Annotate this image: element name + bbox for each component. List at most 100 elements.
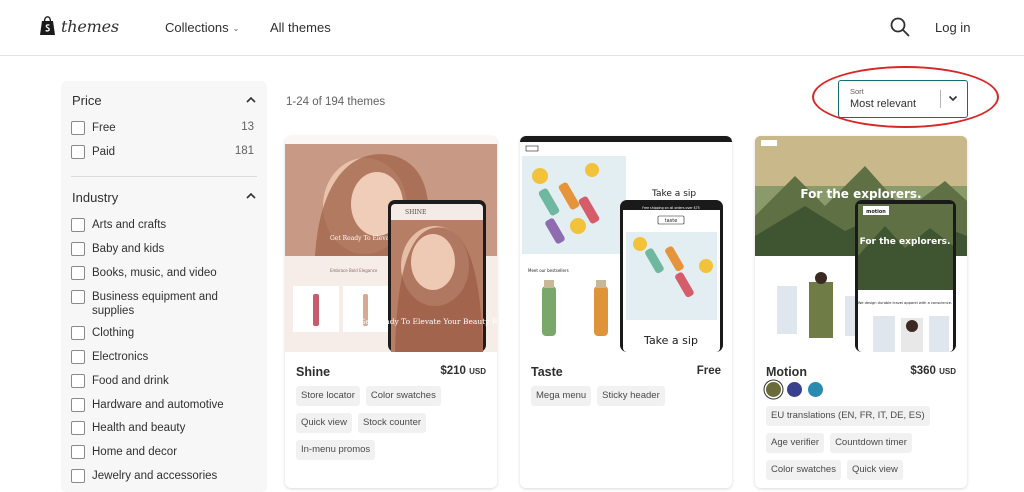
theme-preview-image[interactable]: For the explorers. motion For the explor… xyxy=(755,136,967,352)
theme-preview-image[interactable]: Take a sip Meet our bestsellers Free shi… xyxy=(520,136,732,352)
taste-logo-text: taste xyxy=(665,218,678,224)
feature-tag: Quick view xyxy=(296,413,352,433)
filter-label: Food and drink xyxy=(92,375,169,387)
taste-preview-illustration: Take a sip Meet our bestsellers Free shi… xyxy=(520,136,732,352)
highlight-annotation-ring xyxy=(812,66,999,128)
industry-filter-heading[interactable]: Industry xyxy=(72,190,118,205)
filter-count: 13 xyxy=(241,121,254,133)
price-amount: $360 xyxy=(910,365,936,377)
feature-tag: Color swatches xyxy=(766,460,841,480)
theme-name[interactable]: Motion xyxy=(766,365,807,379)
theme-card-taste[interactable]: Take a sip Meet our bestsellers Free shi… xyxy=(520,136,732,488)
filter-label: Electronics xyxy=(92,351,149,363)
login-link[interactable]: Log in xyxy=(935,20,970,35)
feature-tags: Mega menu Sticky header xyxy=(531,386,723,406)
checkbox[interactable] xyxy=(71,469,85,483)
filter-option-hardware-and-automotive[interactable]: Hardware and automotive xyxy=(71,398,257,412)
checkbox[interactable] xyxy=(71,398,85,412)
filter-label: Baby and kids xyxy=(92,243,165,255)
filter-option-paid[interactable]: Paid 181 xyxy=(71,145,257,159)
shopify-themes-logo[interactable]: themes xyxy=(39,16,119,36)
result-count: 1-24 of 194 themes xyxy=(286,96,386,108)
checkbox[interactable] xyxy=(71,374,85,388)
brand-name: themes xyxy=(61,16,119,36)
filter-label: Arts and crafts xyxy=(92,219,167,231)
checkbox[interactable] xyxy=(71,121,85,135)
shine-preview-illustration: Get Ready To Elevate Embrace Bold Elegan… xyxy=(285,136,497,352)
theme-card-shine[interactable]: Get Ready To Elevate Embrace Bold Elegan… xyxy=(285,136,497,488)
price-amount: $210 xyxy=(440,365,466,377)
filter-label: Hardware and automotive xyxy=(92,399,224,411)
feature-tag: Stock counter xyxy=(357,413,427,433)
price-currency: USD xyxy=(469,367,486,376)
filter-option-food-and-drink[interactable]: Food and drink xyxy=(71,374,257,388)
top-header: themes Collections ⌄ All themes Log in xyxy=(0,0,1024,56)
filter-option-home-and-decor[interactable]: Home and decor xyxy=(71,445,257,459)
filter-option-free[interactable]: Free 13 xyxy=(71,121,257,135)
filter-label: Business equipment and supplies xyxy=(92,291,218,317)
filter-option-electronics[interactable]: Electronics xyxy=(71,350,257,364)
motion-hero-text: For the explorers. xyxy=(800,187,921,201)
checkbox[interactable] xyxy=(71,350,85,364)
theme-name[interactable]: Shine xyxy=(296,365,330,379)
filter-count: 181 xyxy=(234,145,254,157)
feature-tags: EU translations (EN, FR, IT, DE, ES) Age… xyxy=(766,406,958,480)
motion-logo-text: motion xyxy=(866,209,886,215)
filter-option-jewelry-and-accessories[interactable]: Jewelry and accessories xyxy=(71,469,257,483)
theme-price: $360 USD xyxy=(910,365,956,377)
color-swatch-olive[interactable] xyxy=(766,382,781,397)
filter-option-clothing[interactable]: Clothing xyxy=(71,326,257,340)
filter-label: Clothing xyxy=(92,327,135,339)
feature-tag: Quick view xyxy=(846,460,903,480)
filter-option-arts-and-crafts[interactable]: Arts and crafts xyxy=(71,218,257,232)
filter-label: Books, music, and video xyxy=(92,267,217,279)
checkbox[interactable] xyxy=(71,445,85,459)
nav-collections-menu[interactable]: Collections ⌄ xyxy=(165,20,239,35)
filter-label: Home and decor xyxy=(92,446,178,458)
filter-option-books-music-video[interactable]: Books, music, and video xyxy=(71,266,257,280)
theme-price: $210 USD xyxy=(440,365,486,377)
filter-option-baby-and-kids[interactable]: Baby and kids xyxy=(71,242,257,256)
feature-tag: Color swatches xyxy=(365,386,441,406)
checkbox[interactable] xyxy=(71,145,85,159)
checkbox[interactable] xyxy=(71,218,85,232)
feature-tag: Countdown timer xyxy=(830,433,912,453)
checkbox[interactable] xyxy=(71,242,85,256)
checkbox[interactable] xyxy=(71,421,85,435)
checkbox[interactable] xyxy=(71,326,85,340)
color-swatches xyxy=(766,382,823,397)
theme-preview-image[interactable]: Get Ready To Elevate Embrace Bold Elegan… xyxy=(285,136,497,352)
filter-option-business-equipment[interactable]: Business equipment and supplies xyxy=(71,290,257,318)
theme-card-motion[interactable]: For the explorers. motion For the explor… xyxy=(755,136,967,488)
theme-name[interactable]: Taste xyxy=(531,365,563,379)
shopify-bag-icon xyxy=(40,16,55,35)
chevron-up-icon[interactable] xyxy=(245,94,257,106)
chevron-up-icon[interactable] xyxy=(245,190,257,202)
price-currency: USD xyxy=(939,367,956,376)
checkbox[interactable] xyxy=(71,266,85,280)
shine-section-text: Embrace Bold Elegance xyxy=(330,268,378,273)
color-swatch-blue[interactable] xyxy=(808,382,823,397)
feature-tag: In-menu promos xyxy=(296,440,376,460)
motion-preview-illustration: For the explorers. motion For the explor… xyxy=(755,136,967,352)
shine-phone-hero-text: Get Ready To Elevate Your Beauty Ritual xyxy=(359,317,497,326)
feature-tag: Sticky header xyxy=(597,386,665,406)
color-swatch-navy[interactable] xyxy=(787,382,802,397)
feature-tags: Store locator Color swatches Quick view … xyxy=(296,386,488,460)
filter-option-health-and-beauty[interactable]: Health and beauty xyxy=(71,421,257,435)
filter-label: Health and beauty xyxy=(92,422,186,434)
shine-hero-small-text: Get Ready To Elevate xyxy=(330,235,396,242)
chevron-down-icon: ⌄ xyxy=(232,23,240,33)
price-filter-heading[interactable]: Price xyxy=(72,93,102,108)
nav-all-themes-link[interactable]: All themes xyxy=(270,20,331,35)
checkbox[interactable] xyxy=(71,290,85,304)
taste-announcement-text: Free shipping on all orders over $75 xyxy=(642,206,699,210)
motion-phone-hero-text: For the explorers. xyxy=(860,237,951,247)
filter-label: Free xyxy=(92,122,116,134)
feature-tag: EU translations (EN, FR, IT, DE, ES) xyxy=(766,406,930,426)
taste-hero-text: Take a sip xyxy=(651,189,696,199)
search-icon[interactable] xyxy=(889,16,911,38)
filters-sidebar: Price Free 13 Paid 181 Industry Arts and… xyxy=(61,81,267,492)
shine-phone-brand: SHINE xyxy=(405,209,426,216)
taste-phone-hero-text: Take a sip xyxy=(643,334,698,347)
